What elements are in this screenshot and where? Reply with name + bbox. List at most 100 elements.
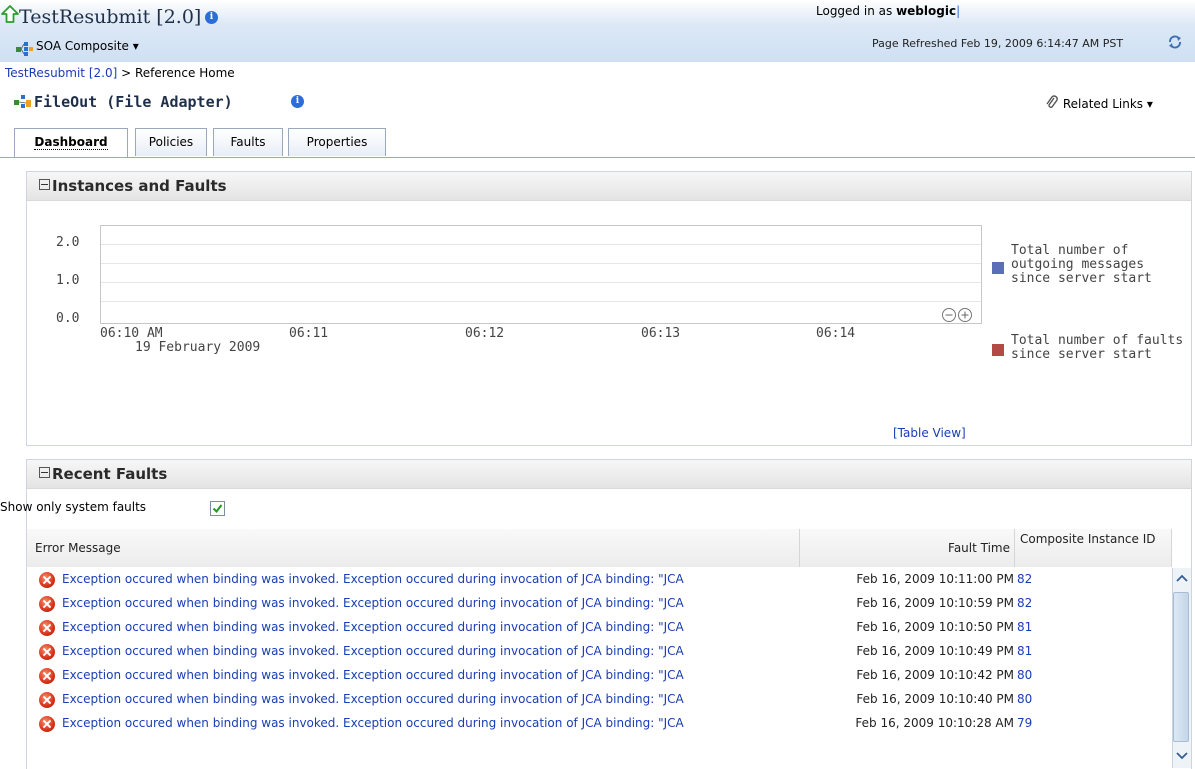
tab-policies[interactable]: Policies bbox=[135, 128, 207, 156]
error-message-link[interactable]: Exception occured when binding was invok… bbox=[62, 572, 797, 586]
error-message-link[interactable]: Exception occured when binding was invok… bbox=[62, 668, 797, 682]
composite-instance-id-link[interactable]: 79 bbox=[1017, 716, 1032, 730]
page-refreshed-text: Page Refreshed Feb 19, 2009 6:14:47 AM P… bbox=[872, 37, 1124, 50]
legend-line: Total number of bbox=[1011, 243, 1129, 258]
legend-line: Total number of faults bbox=[1011, 333, 1184, 348]
grid-line bbox=[101, 244, 981, 245]
composite-instance-id-link[interactable]: 80 bbox=[1017, 668, 1032, 682]
error-message-link[interactable]: Exception occured when binding was invok… bbox=[62, 596, 797, 610]
error-icon bbox=[39, 644, 55, 660]
file-adapter-icon bbox=[14, 95, 31, 108]
x-tick-label: 06:13 bbox=[641, 326, 681, 341]
checkmark-icon bbox=[212, 504, 223, 514]
system-faults-label: Show only system faults bbox=[0, 500, 147, 514]
column-header-error-message[interactable]: Error Message bbox=[27, 529, 800, 567]
fault-time: Feb 16, 2009 10:10:28 AM bbox=[855, 716, 1014, 730]
table-row[interactable]: Exception occured when binding was invok… bbox=[27, 616, 1172, 640]
login-status: Logged in as weblogic| bbox=[816, 4, 961, 18]
tab-bar: Dashboard Policies Faults Properties bbox=[0, 126, 1195, 158]
instances-faults-title: Instances and Faults bbox=[52, 177, 227, 195]
tab-properties[interactable]: Properties bbox=[288, 128, 386, 156]
table-row[interactable]: Exception occured when binding was invok… bbox=[27, 688, 1172, 712]
scroll-down-icon[interactable] bbox=[1176, 752, 1188, 760]
recent-faults-title: Recent Faults bbox=[52, 465, 168, 483]
recent-faults-header[interactable]: Recent Faults bbox=[27, 460, 1191, 489]
scroll-up-icon[interactable] bbox=[1176, 574, 1188, 582]
fault-time: Feb 16, 2009 10:10:50 PM bbox=[856, 620, 1014, 634]
zoom-controls[interactable] bbox=[941, 307, 977, 323]
column-header-fault-time[interactable]: Fault Time bbox=[800, 529, 1015, 567]
breadcrumb: TestResubmit [2.0] > Reference Home bbox=[5, 66, 235, 80]
legend-line: since server start bbox=[1011, 347, 1152, 362]
chart-plot-area bbox=[100, 225, 982, 324]
error-icon bbox=[39, 620, 55, 636]
collapse-icon[interactable] bbox=[39, 467, 50, 478]
table-row[interactable]: Exception occured when binding was invok… bbox=[27, 712, 1172, 736]
system-faults-checkbox[interactable] bbox=[210, 501, 225, 516]
composite-instance-id-link[interactable]: 82 bbox=[1017, 572, 1032, 586]
x-tick-sublabel: 19 February 2009 bbox=[135, 340, 261, 355]
breadcrumb-separator: > bbox=[117, 66, 135, 80]
y-tick-label: 0.0 bbox=[56, 311, 80, 326]
system-faults-filter: Show only system faults bbox=[0, 500, 146, 514]
grid-line bbox=[101, 263, 981, 264]
table-view-link[interactable]: [Table View] bbox=[893, 426, 966, 440]
zoom-out-icon[interactable] bbox=[942, 308, 956, 322]
error-message-link[interactable]: Exception occured when binding was invok… bbox=[62, 644, 797, 658]
error-icon bbox=[39, 596, 55, 612]
soa-composite-icon bbox=[16, 42, 33, 56]
y-tick-label: 1.0 bbox=[56, 273, 80, 288]
composite-instance-id-link[interactable]: 81 bbox=[1017, 644, 1032, 658]
error-icon bbox=[39, 668, 55, 684]
error-message-link[interactable]: Exception occured when binding was invok… bbox=[62, 716, 797, 730]
grid-line bbox=[101, 282, 981, 283]
legend-line: outgoing messages bbox=[1011, 257, 1145, 272]
legend-line: since server start bbox=[1011, 271, 1152, 286]
x-tick-label: 06:12 bbox=[465, 326, 505, 341]
fault-time: Feb 16, 2009 10:10:40 PM bbox=[856, 692, 1014, 706]
legend-outgoing-messages: Total number of outgoing messages since … bbox=[1011, 244, 1152, 286]
username: weblogic bbox=[896, 4, 957, 18]
error-icon bbox=[39, 572, 55, 588]
composite-instance-id-link[interactable]: 82 bbox=[1017, 596, 1032, 610]
error-message-link[interactable]: Exception occured when binding was invok… bbox=[62, 620, 797, 634]
table-row[interactable]: Exception occured when binding was invok… bbox=[27, 592, 1172, 616]
error-icon bbox=[39, 692, 55, 708]
collapse-icon[interactable] bbox=[39, 179, 50, 190]
info-icon[interactable]: i bbox=[291, 95, 304, 108]
soa-composite-menu[interactable]: SOA Composite ▾ bbox=[36, 39, 139, 53]
composite-instance-id-link[interactable]: 80 bbox=[1017, 692, 1032, 706]
breadcrumb-current: Reference Home bbox=[134, 66, 235, 80]
fault-time: Feb 16, 2009 10:10:59 PM bbox=[856, 596, 1014, 610]
legend-swatch-faults bbox=[992, 344, 1004, 356]
scrollbar-thumb[interactable] bbox=[1173, 592, 1189, 742]
home-arrow-icon[interactable] bbox=[0, 4, 20, 24]
y-tick-label: 2.0 bbox=[56, 235, 80, 250]
column-header-composite-instance-id[interactable]: Composite Instance ID bbox=[1015, 529, 1172, 567]
tab-underline bbox=[0, 157, 1195, 158]
fault-time: Feb 16, 2009 10:11:00 PM bbox=[856, 572, 1014, 586]
table-row[interactable]: Exception occured when binding was invok… bbox=[27, 640, 1172, 664]
info-icon[interactable]: i bbox=[205, 11, 218, 24]
reference-title: FileOut (File Adapter) bbox=[34, 93, 233, 111]
refresh-icon[interactable] bbox=[1166, 33, 1184, 51]
error-message-link[interactable]: Exception occured when binding was invok… bbox=[62, 692, 797, 706]
breadcrumb-parent-link[interactable]: TestResubmit [2.0] bbox=[5, 66, 117, 80]
table-row[interactable]: Exception occured when binding was invok… bbox=[27, 664, 1172, 688]
related-links-label: Related Links ▾ bbox=[1062, 97, 1153, 111]
fault-time: Feb 16, 2009 10:10:42 PM bbox=[856, 668, 1014, 682]
legend-faults: Total number of faults since server star… bbox=[1011, 334, 1183, 362]
x-tick-label: 06:10 AM bbox=[100, 326, 163, 341]
zoom-in-icon[interactable] bbox=[958, 308, 972, 322]
x-tick-label: 06:11 bbox=[289, 326, 329, 341]
instances-faults-header[interactable]: Instances and Faults bbox=[27, 172, 1191, 201]
error-icon bbox=[39, 716, 55, 732]
composite-instance-id-link[interactable]: 81 bbox=[1017, 620, 1032, 634]
table-row[interactable]: Exception occured when binding was invok… bbox=[27, 568, 1172, 592]
related-links-menu[interactable]: Related Links ▾ bbox=[1045, 95, 1153, 111]
tab-faults[interactable]: Faults bbox=[213, 128, 283, 156]
grid-line bbox=[101, 301, 981, 302]
x-tick-label: 06:14 bbox=[816, 326, 856, 341]
tab-dashboard[interactable]: Dashboard bbox=[14, 128, 128, 158]
logged-in-label: Logged in as bbox=[816, 4, 893, 18]
